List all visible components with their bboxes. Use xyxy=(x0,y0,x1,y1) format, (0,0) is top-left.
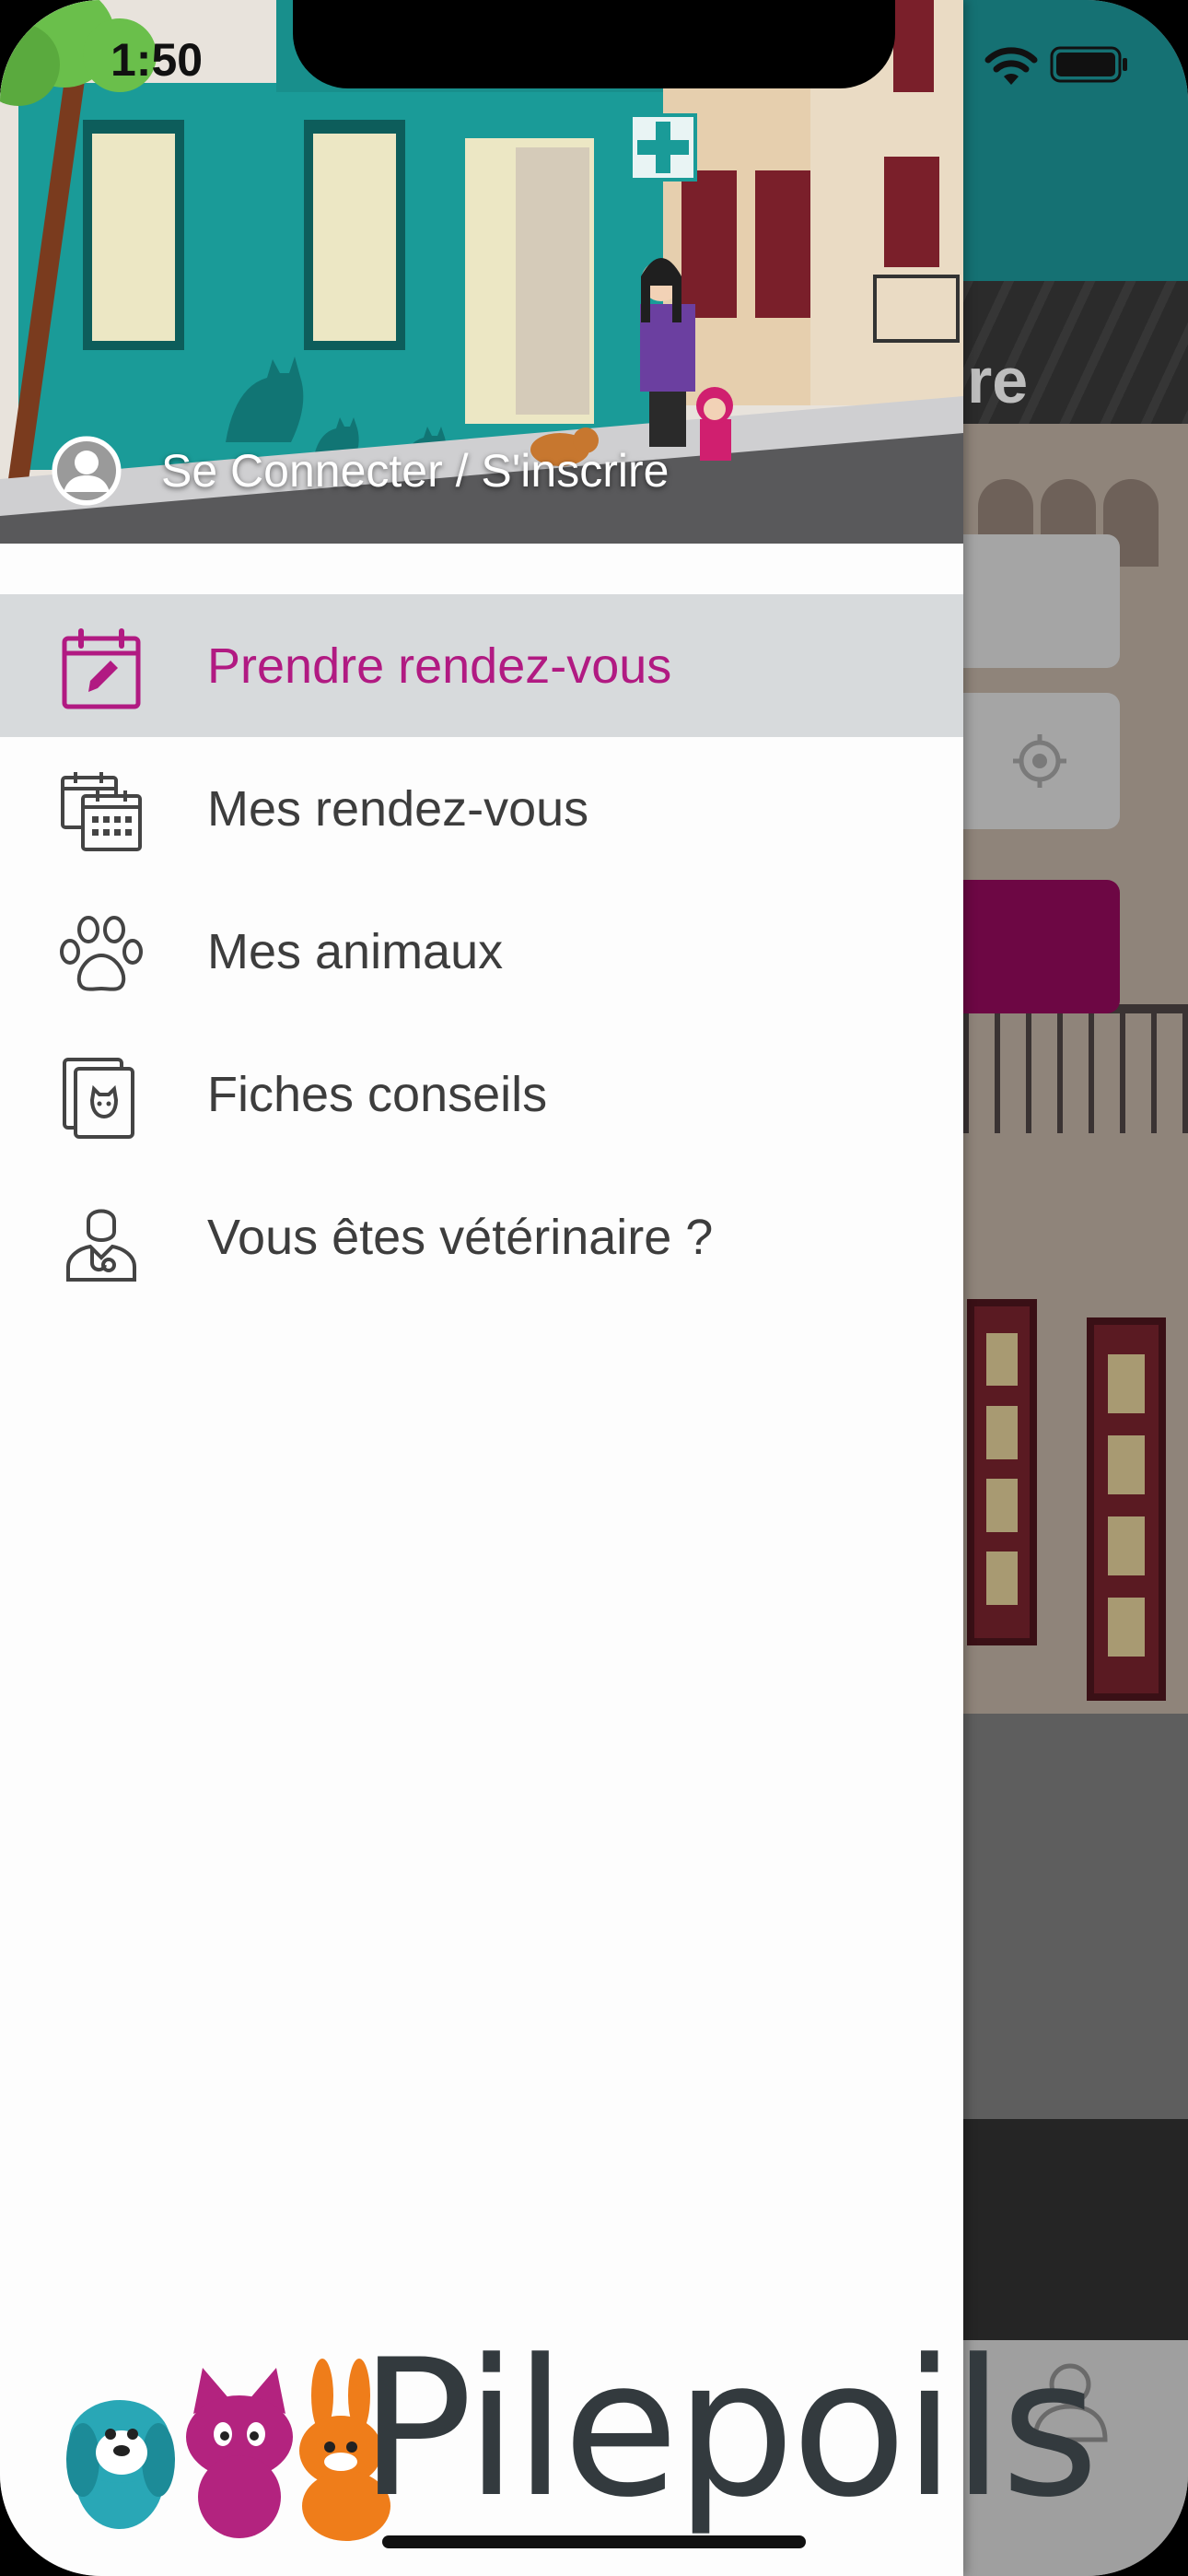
wifi-icon xyxy=(984,47,1038,85)
status-time: 1:50 xyxy=(111,34,204,86)
background-door xyxy=(1087,1317,1166,1701)
menu-item-label: Mes rendez-vous xyxy=(207,780,589,837)
background-balcony xyxy=(963,1004,1188,1133)
cat-mascot xyxy=(186,2368,293,2538)
menu-item-prendre-rendez-vous[interactable]: Prendre rendez-vous xyxy=(0,594,963,737)
home-indicator xyxy=(382,2535,806,2548)
menu-item-vous-etes-veterinaire[interactable]: Vous êtes vétérinaire ? xyxy=(0,1165,963,1308)
paw-icon xyxy=(60,916,143,991)
menu-item-fiches-conseils[interactable]: Fiches conseils xyxy=(0,1023,963,1165)
background-sidewalk xyxy=(963,1714,1188,2147)
drawer-menu: Prendre rendez-vous Mes rendez-vous Mes … xyxy=(0,594,963,1308)
menu-item-mes-animaux[interactable]: Mes animaux xyxy=(0,880,963,1023)
battery-icon xyxy=(1050,46,1127,83)
menu-item-label: Mes animaux xyxy=(207,923,504,979)
calendar-edit-icon xyxy=(62,628,141,709)
login-signup-link[interactable]: Se Connecter / S'inscrire xyxy=(161,444,669,498)
background-search-field xyxy=(963,534,1120,668)
phone-screen: re Se Connecter / S'inscrire Prendre ren… xyxy=(0,0,1188,2576)
veterinarian-icon xyxy=(66,1209,136,1282)
brand-wordmark: Pilepoils xyxy=(359,2320,1099,2539)
device-notch xyxy=(293,0,895,88)
background-title-fragment: re xyxy=(967,345,1029,416)
background-door xyxy=(967,1299,1037,1645)
menu-item-label: Prendre rendez-vous xyxy=(207,638,672,694)
cat-file-icon xyxy=(63,1058,134,1139)
background-road xyxy=(963,2119,1188,2340)
navigation-drawer: Se Connecter / S'inscrire Prendre rendez… xyxy=(0,0,1099,2576)
menu-item-label: Vous êtes vétérinaire ? xyxy=(207,1209,714,1265)
login-row[interactable]: Se Connecter / S'inscrire xyxy=(51,433,669,509)
user-avatar-icon xyxy=(52,436,122,506)
menu-item-label: Fiches conseils xyxy=(207,1066,548,1122)
background-navbar xyxy=(963,0,1188,281)
dog-mascot xyxy=(66,2400,175,2529)
calendar-stack-icon xyxy=(61,772,142,851)
locate-icon xyxy=(1013,734,1066,788)
background-search-button xyxy=(963,880,1120,1013)
menu-item-mes-rendez-vous[interactable]: Mes rendez-vous xyxy=(0,737,963,880)
